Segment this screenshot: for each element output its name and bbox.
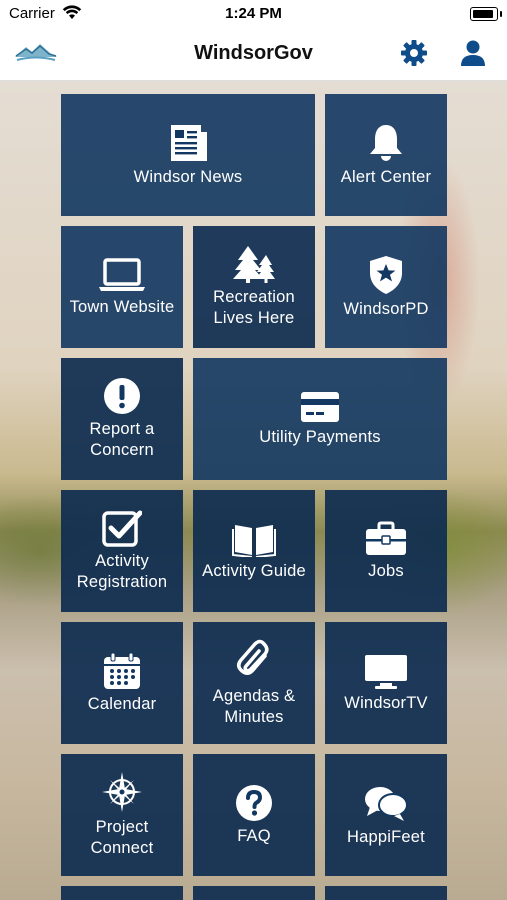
tile-label: WindsorTV (344, 693, 428, 712)
tile-happifeet[interactable]: HappiFeet (325, 754, 447, 876)
tile-label: Recreation Lives Here (213, 288, 295, 327)
tile-label: Town Website (69, 297, 175, 316)
user-icon[interactable] (458, 38, 488, 68)
tile-label: Jobs (368, 561, 404, 580)
tile-windsor-news[interactable]: Windsor News (61, 94, 315, 216)
tile-partial[interactable] (61, 886, 183, 900)
newspaper-icon (171, 124, 207, 161)
tile-label: Alert Center (340, 167, 432, 186)
tile-report-concern[interactable]: Report a Concern (61, 358, 183, 480)
tile-alert-center[interactable]: Alert Center (325, 94, 447, 216)
tile-label: HappiFeet (347, 827, 425, 846)
tile-jobs[interactable]: Jobs (325, 490, 447, 612)
briefcase-icon (366, 521, 406, 555)
compass-star-icon (102, 772, 142, 812)
tile-activity-registration[interactable]: Activity Registration (61, 490, 183, 612)
tile-town-website[interactable]: Town Website (61, 226, 183, 348)
tv-icon (365, 654, 407, 689)
tile-label: Agendas & Minutes (212, 687, 296, 726)
tile-label: Utility Payments (259, 427, 381, 446)
status-bar: Carrier 1:24 PM (0, 0, 507, 30)
clock: 1:24 PM (225, 5, 282, 22)
tile-agendas-minutes[interactable]: Agendas & Minutes (193, 622, 315, 744)
tile-project-connect[interactable]: Project Connect (61, 754, 183, 876)
tile-activity-guide[interactable]: Activity Guide (193, 490, 315, 612)
tile-label: Calendar (87, 694, 157, 713)
tile-windsor-pd[interactable]: WindsorPD (325, 226, 447, 348)
battery-icon (470, 7, 502, 21)
gear-icon[interactable] (399, 38, 429, 68)
tile-windsor-tv[interactable]: WindsorTV (325, 622, 447, 744)
trees-icon (233, 246, 275, 283)
navigation-bar: WindsorGov (0, 30, 507, 81)
tile-partial[interactable] (193, 886, 315, 900)
tile-label: FAQ (237, 826, 271, 845)
bell-icon (370, 124, 402, 161)
chat-bubbles-icon (365, 786, 408, 821)
tile-label: WindsorPD (343, 299, 429, 318)
page-title: WindsorGov (194, 42, 313, 64)
question-circle-icon (236, 784, 272, 821)
tile-label: Windsor News (133, 167, 243, 186)
police-badge-icon (370, 255, 402, 294)
tile-label: Project Connect (90, 818, 154, 857)
tile-recreation[interactable]: Recreation Lives Here (193, 226, 315, 348)
calendar-icon (104, 652, 140, 689)
credit-card-icon (301, 391, 339, 422)
tile-utility-payments[interactable]: Utility Payments (193, 358, 447, 480)
tile-label: Activity Registration (76, 552, 168, 591)
paperclip-icon (237, 639, 269, 675)
tile-label: Activity Guide (202, 561, 306, 580)
tile-partial[interactable] (325, 886, 447, 900)
tile-faq[interactable]: FAQ (193, 754, 315, 876)
exclamation-circle-icon (104, 378, 140, 414)
tile-label: Report a Concern (89, 420, 155, 459)
open-book-icon (232, 524, 276, 557)
tile-calendar[interactable]: Calendar (61, 622, 183, 744)
laptop-icon (99, 257, 145, 291)
checkbox-icon (102, 510, 142, 547)
